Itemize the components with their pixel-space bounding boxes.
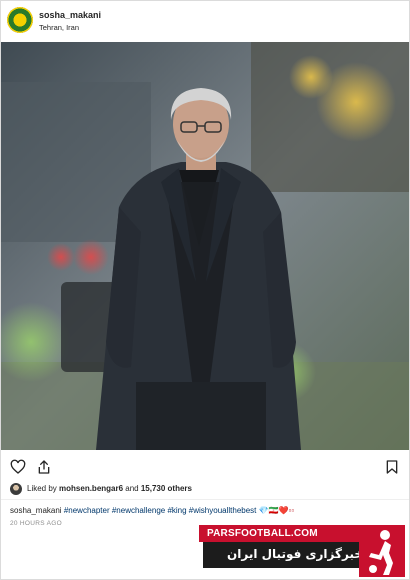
- watermark-site: PARSFOOTBALL.COM: [199, 525, 359, 542]
- caption-emojis: 💎🇮🇷❤️▫▫: [256, 506, 295, 515]
- post-caption: sosha_makani #newchapter #newchallenge #…: [10, 506, 405, 515]
- likes-and: and: [123, 484, 141, 493]
- likes-prefix: Liked by: [27, 484, 60, 493]
- caption-hashtags[interactable]: #newchapter #newchallenge #king #wishyou…: [62, 506, 257, 515]
- divider: [1, 499, 409, 500]
- instagram-post-card: sosha_makani Tehran, Iran Liked by mohse…: [0, 0, 410, 580]
- photo-illustration: [1, 42, 409, 450]
- post-photo[interactable]: [1, 42, 409, 450]
- bookmark-icon[interactable]: [384, 459, 400, 475]
- watermark-logo: [359, 525, 405, 577]
- post-username[interactable]: sosha_makani: [39, 10, 101, 20]
- likes-count[interactable]: 15,730 others: [141, 484, 192, 493]
- liker-avatar[interactable]: [10, 483, 22, 495]
- watermark: PARSFOOTBALL.COM خبرگزاری فوتبال ایران: [199, 525, 405, 577]
- caption-username[interactable]: sosha_makani: [10, 506, 62, 515]
- share-icon[interactable]: [36, 459, 52, 475]
- post-location[interactable]: Tehran, Iran: [39, 23, 79, 32]
- likes-text: Liked by mohsen.bengar6 and 15,730 other…: [27, 484, 192, 493]
- post-timestamp[interactable]: 20 HOURS AGO: [10, 520, 62, 527]
- liker-username[interactable]: mohsen.bengar6: [59, 484, 123, 493]
- heart-icon[interactable]: [10, 459, 26, 475]
- profile-avatar[interactable]: [7, 7, 33, 33]
- watermark-tagline: خبرگزاری فوتبال ایران: [203, 542, 373, 568]
- likes-row: Liked by mohsen.bengar6 and 15,730 other…: [10, 482, 390, 496]
- post-header: sosha_makani Tehran, Iran: [1, 1, 409, 41]
